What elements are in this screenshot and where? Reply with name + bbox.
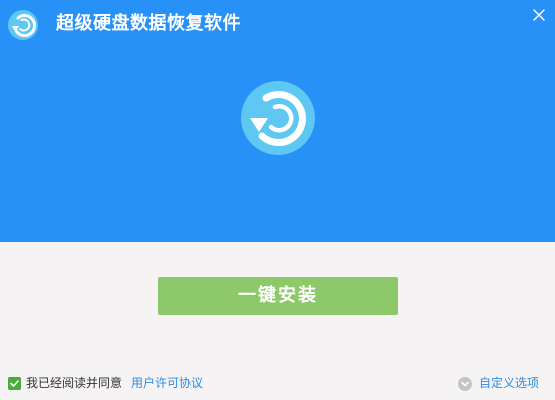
- agree-label: 我已经阅读并同意: [26, 376, 123, 390]
- header-banner: 超级硬盘数据恢复软件: [0, 0, 555, 242]
- chevron-down-circle-icon[interactable]: [458, 377, 472, 391]
- recovery-hero-icon: [241, 81, 315, 155]
- app-title: 超级硬盘数据恢复软件: [56, 13, 241, 34]
- agree-checkbox[interactable]: [8, 377, 21, 390]
- one-click-install-button[interactable]: 一键安装: [158, 277, 398, 315]
- installer-window: 超级硬盘数据恢复软件 一键安装 我已经阅读并同意 用户许可协议 自定义选项: [0, 0, 555, 400]
- license-agreement-link[interactable]: 用户许可协议: [131, 375, 203, 392]
- recovery-logo-icon: [8, 10, 38, 40]
- footer-bar: 我已经阅读并同意 用户许可协议 自定义选项: [0, 374, 555, 394]
- custom-options-link[interactable]: 自定义选项: [479, 375, 539, 392]
- close-icon[interactable]: [529, 5, 549, 25]
